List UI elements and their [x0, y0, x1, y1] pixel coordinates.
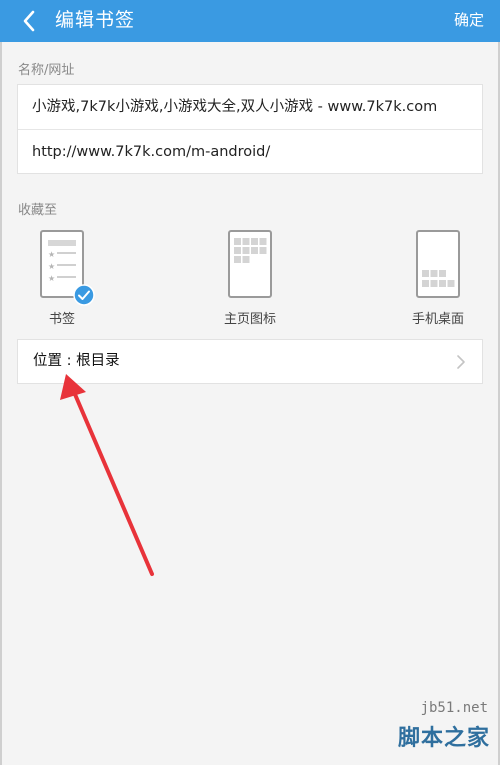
phone-desktop-icon	[416, 230, 460, 298]
homepage-grid-icon	[228, 230, 272, 298]
location-selector[interactable]: 位置 : 根目录	[17, 339, 483, 384]
site-watermark: jb51.net 脚本之家	[332, 700, 492, 760]
bookmark-url-field[interactable]: http://www.7k7k.com/m-android/	[32, 130, 472, 174]
save-target-desktop-label: 手机桌面	[411, 312, 464, 327]
app-header: 编辑书签 确定	[0, 0, 500, 42]
svg-text:★: ★	[48, 262, 55, 271]
svg-text:★: ★	[48, 250, 55, 259]
frame-edge-left	[0, 0, 2, 765]
save-target-homepage-label: 主页图标	[223, 312, 276, 327]
back-button[interactable]	[16, 6, 46, 36]
name-url-section-label: 名称/网址	[18, 63, 75, 78]
chevron-right-icon	[457, 355, 465, 369]
name-url-card: 小游戏,7k7k小游戏,小游戏大全,双人小游戏 - www.7k7k.com h…	[17, 84, 483, 174]
selected-check-icon	[73, 284, 95, 306]
back-arrow-icon	[23, 10, 35, 32]
svg-text:★: ★	[48, 274, 55, 283]
watermark-site-name: 脚本之家	[397, 725, 490, 751]
save-to-section-label: 收藏至	[18, 203, 58, 218]
watermark-domain: jb51.net	[420, 700, 488, 716]
save-target-bookmarks-label: 书签	[48, 312, 75, 327]
save-target-bookmarks[interactable]: ★ ★ ★ 书签	[17, 230, 107, 330]
location-label: 位置 : 根目录	[33, 353, 120, 369]
bookmark-name-field[interactable]: 小游戏,7k7k小游戏,小游戏大全,双人小游戏 - www.7k7k.com	[32, 85, 472, 129]
save-target-homepage[interactable]: 主页图标	[205, 230, 295, 330]
save-target-desktop[interactable]: 手机桌面	[393, 230, 483, 330]
page-title: 编辑书签	[55, 9, 136, 31]
confirm-button[interactable]: 确定	[454, 9, 484, 31]
